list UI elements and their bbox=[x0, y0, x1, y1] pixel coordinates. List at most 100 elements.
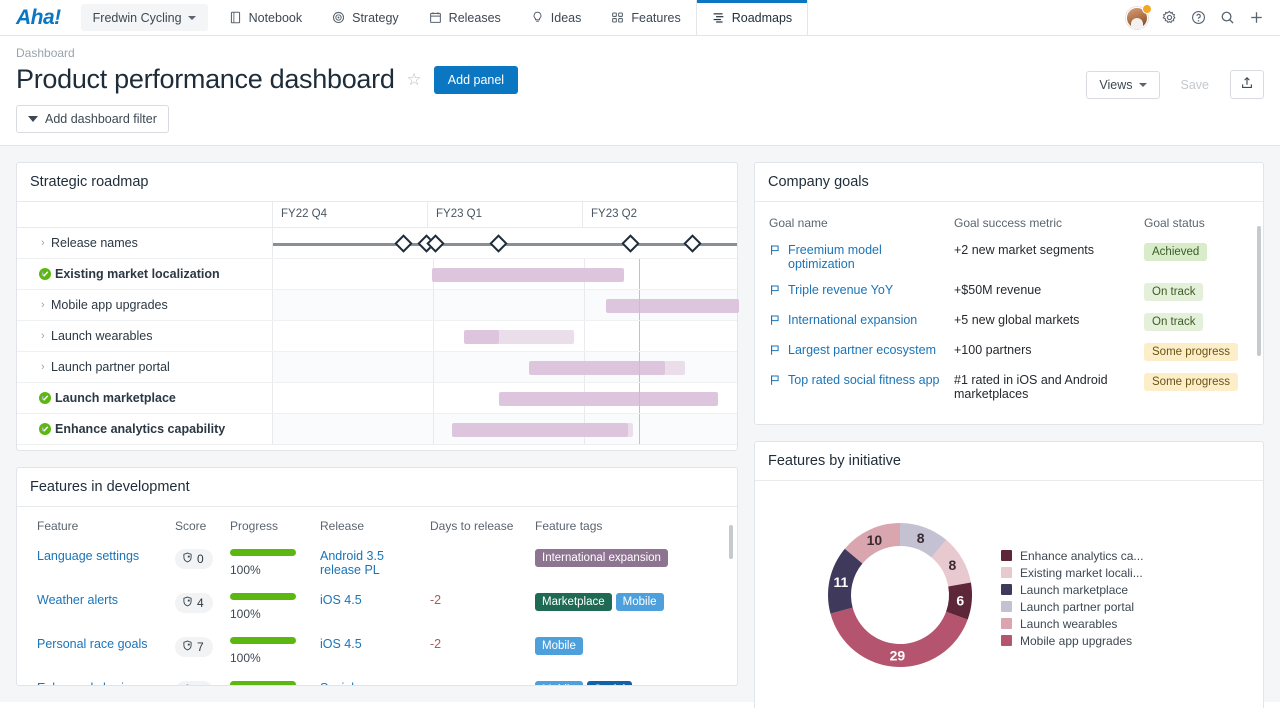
goal-link[interactable]: International expansion bbox=[788, 313, 917, 329]
tab-roadmaps[interactable]: Roadmaps bbox=[695, 0, 809, 35]
avatar[interactable] bbox=[1126, 3, 1152, 29]
aha-logo[interactable]: Aha! bbox=[0, 0, 75, 35]
gantt-bar[interactable] bbox=[529, 361, 685, 375]
goal-link[interactable]: Largest partner ecosystem bbox=[788, 343, 936, 359]
panel-title-company-goals: Company goals bbox=[755, 163, 1263, 202]
cell-days-to-release bbox=[422, 541, 527, 585]
share-button[interactable] bbox=[1230, 70, 1264, 99]
help-icon[interactable] bbox=[1191, 10, 1206, 25]
cell-feature: Weather alerts bbox=[17, 585, 167, 629]
gantt-bar[interactable] bbox=[606, 299, 739, 313]
project-selector[interactable]: Fredwin Cycling bbox=[80, 4, 208, 31]
filter-icon bbox=[28, 116, 38, 122]
goals-scrollbar[interactable] bbox=[1257, 226, 1261, 356]
grid-icon bbox=[611, 11, 624, 24]
feature-tag[interactable]: Mobile bbox=[535, 681, 583, 685]
gantt-row-label[interactable]: › Mobile app upgrades bbox=[17, 290, 273, 320]
chevron-down-icon bbox=[187, 15, 196, 20]
goal-link[interactable]: Triple revenue YoY bbox=[788, 283, 893, 299]
gantt-bar[interactable] bbox=[432, 268, 624, 282]
gantt-quarter-headers: FY22 Q4 FY23 Q1 FY23 Q2 bbox=[273, 202, 737, 227]
score-value: 0 bbox=[197, 552, 204, 566]
views-button-label: Views bbox=[1099, 77, 1133, 92]
breadcrumb[interactable]: Dashboard bbox=[16, 46, 1264, 60]
cell-goal-status: Achieved bbox=[1144, 240, 1249, 280]
donut-slice-label: 6 bbox=[956, 592, 964, 608]
col-goal-status: Goal status bbox=[1144, 216, 1205, 230]
progress-bar bbox=[230, 549, 296, 556]
tab-notebook[interactable]: Notebook bbox=[214, 0, 318, 35]
gantt-bar[interactable] bbox=[464, 330, 574, 344]
release-milestone-diamond[interactable] bbox=[683, 234, 702, 253]
notification-badge[interactable] bbox=[1142, 3, 1152, 14]
tab-strategy[interactable]: Strategy bbox=[317, 0, 414, 35]
release-milestone-diamond[interactable] bbox=[621, 234, 640, 253]
col-goal-name: Goal name bbox=[769, 216, 828, 230]
tab-ideas[interactable]: Ideas bbox=[516, 0, 597, 35]
feature-tag[interactable]: Mobile bbox=[535, 637, 583, 655]
feature-tag[interactable]: Social bbox=[586, 681, 633, 685]
goal-link[interactable]: Top rated social fitness app bbox=[788, 373, 939, 389]
panel-strategic-roadmap: Strategic roadmap FY22 Q4 FY23 Q1 FY23 Q… bbox=[16, 162, 739, 451]
feature-link[interactable]: Language settings bbox=[37, 549, 139, 563]
release-milestone-diamond[interactable] bbox=[489, 234, 508, 253]
feature-link[interactable]: Personal race goals bbox=[37, 637, 147, 651]
gantt-row-label[interactable]: › Existing market localization bbox=[17, 259, 273, 289]
legend-swatch bbox=[1001, 567, 1012, 578]
cell-goal-status: On track bbox=[1144, 280, 1249, 310]
tab-releases[interactable]: Releases bbox=[414, 0, 516, 35]
chevron-right-icon[interactable]: › bbox=[41, 392, 45, 404]
quarter-header-0: FY22 Q4 bbox=[273, 202, 428, 227]
add-dashboard-filter-button[interactable]: Add dashboard filter bbox=[16, 105, 169, 133]
chevron-right-icon[interactable]: › bbox=[41, 423, 45, 435]
feature-tag[interactable]: Marketplace bbox=[535, 593, 612, 611]
add-panel-button[interactable]: Add panel bbox=[433, 65, 519, 94]
goal-link[interactable]: Freemium model optimization bbox=[788, 243, 948, 271]
col-feature: Feature bbox=[37, 519, 79, 533]
chevron-right-icon[interactable]: › bbox=[41, 330, 45, 342]
search-icon[interactable] bbox=[1220, 10, 1235, 25]
legend-item[interactable]: Launch partner portal bbox=[1001, 600, 1143, 614]
legend-item[interactable]: Enhance analytics ca... bbox=[1001, 549, 1143, 563]
feature-tag[interactable]: Mobile bbox=[615, 593, 664, 611]
chevron-right-icon[interactable]: › bbox=[41, 361, 45, 373]
gantt-release-timeline bbox=[273, 228, 737, 258]
page-title: Product performance dashboard bbox=[16, 64, 395, 94]
chevron-right-icon[interactable]: › bbox=[41, 237, 45, 249]
col-score: Score bbox=[175, 519, 207, 533]
gantt-bar[interactable] bbox=[452, 423, 633, 437]
gantt-row-label[interactable]: › Launch partner portal bbox=[17, 352, 273, 382]
views-button[interactable]: Views bbox=[1086, 70, 1160, 99]
release-link[interactable]: iOS 4.5 bbox=[320, 637, 362, 651]
legend-item[interactable]: Launch wearables bbox=[1001, 617, 1143, 631]
table-row: Triple revenue YoY +$50M revenue On trac… bbox=[769, 280, 1249, 310]
features-table-head: Feature Score Progress Release Days to r… bbox=[17, 507, 737, 541]
plus-icon[interactable] bbox=[1249, 10, 1264, 25]
chevron-right-icon[interactable]: › bbox=[41, 299, 45, 311]
legend-item[interactable]: Existing market locali... bbox=[1001, 566, 1143, 580]
favorite-star-icon[interactable]: ☆ bbox=[407, 71, 422, 88]
gantt-row-timeline bbox=[273, 352, 737, 382]
features-table-scrollbar[interactable] bbox=[729, 525, 733, 559]
tab-features[interactable]: Features bbox=[596, 0, 695, 35]
gear-icon[interactable] bbox=[1162, 10, 1177, 25]
release-link[interactable]: Social integrations PL bbox=[320, 681, 403, 685]
chevron-right-icon[interactable]: › bbox=[41, 268, 45, 280]
gantt-row-label[interactable]: › Enhance analytics capability bbox=[17, 414, 273, 444]
feature-link[interactable]: Weather alerts bbox=[37, 593, 118, 607]
release-link[interactable]: Android 3.5 release PL bbox=[320, 549, 384, 577]
gantt-row-label[interactable]: › Launch wearables bbox=[17, 321, 273, 351]
gantt-row-label-releases[interactable]: › Release names bbox=[17, 228, 273, 258]
features-table-wrapper: Feature Score Progress Release Days to r… bbox=[17, 507, 737, 685]
release-link[interactable]: iOS 4.5 bbox=[320, 593, 362, 607]
gantt-row-label[interactable]: › Launch marketplace bbox=[17, 383, 273, 413]
table-row: International expansion +5 new global ma… bbox=[769, 310, 1249, 340]
legend-item[interactable]: Launch marketplace bbox=[1001, 583, 1143, 597]
score-shield-icon bbox=[182, 684, 193, 685]
feature-tag[interactable]: International expansion bbox=[535, 549, 668, 567]
cell-days-to-release bbox=[422, 673, 527, 685]
release-milestone-diamond[interactable] bbox=[394, 234, 413, 253]
legend-item[interactable]: Mobile app upgrades bbox=[1001, 634, 1143, 648]
gantt-bar[interactable] bbox=[499, 392, 718, 406]
feature-link[interactable]: Enhanced sharing bbox=[37, 681, 138, 685]
